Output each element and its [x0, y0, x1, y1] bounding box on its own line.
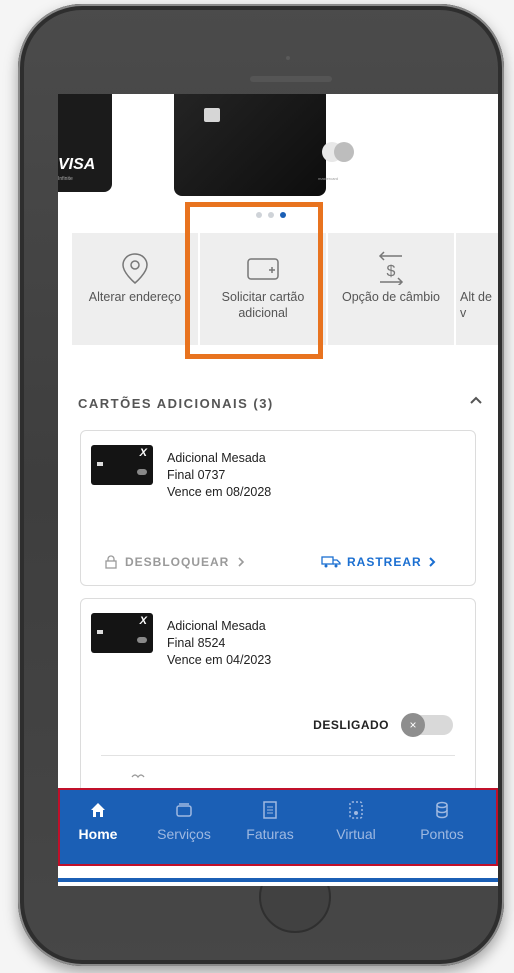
card-brand-mark-icon: X	[139, 615, 147, 627]
section-title: CARTÕES ADICIONAIS (3)	[78, 396, 274, 411]
invoice-icon	[232, 800, 308, 820]
card-toggle[interactable]: ×	[401, 713, 453, 737]
visa-sub: Infinite	[58, 176, 73, 182]
action-partial[interactable]: Alt de v	[456, 233, 498, 345]
nav-label: Pontos	[420, 826, 464, 842]
nav-home[interactable]: Home	[60, 800, 136, 842]
svg-text:$: $	[387, 263, 396, 280]
card-expiry: Vence em 08/2028	[167, 485, 272, 499]
home-icon	[60, 800, 136, 820]
nav-faturas[interactable]: Faturas	[232, 800, 308, 842]
card-final: Final 8524	[167, 636, 226, 650]
nav-pontos[interactable]: Pontos	[404, 800, 480, 842]
padlock-icon	[105, 555, 117, 569]
card-expiry: Vence em 04/2023	[167, 653, 272, 667]
card-chip	[204, 108, 220, 122]
action-label: Alt de v	[460, 290, 492, 320]
mastercard-logo-icon	[322, 142, 354, 162]
card-brand-mark-icon: X	[139, 447, 147, 459]
action-label: Opção de câmbio	[342, 290, 440, 304]
action-label: Alterar endereço	[88, 290, 182, 304]
card-toggle-row: DESLIGADO ×	[313, 713, 453, 737]
action-alterar-endereco[interactable]: Alterar endereço	[72, 233, 198, 345]
card-name: Adicional Mesada	[167, 619, 266, 633]
nav-label: Home	[78, 826, 118, 842]
toggle-off-icon: ×	[401, 713, 425, 737]
front-camera	[286, 56, 290, 60]
card-final: Final 0737	[167, 468, 226, 482]
track-label: RASTREAR	[347, 555, 422, 569]
nav-label: Virtual	[336, 826, 376, 842]
currency-exchange-icon: $	[328, 251, 454, 287]
home-indicator-bar	[58, 878, 498, 882]
visa-card[interactable]: VISA Infinite	[58, 94, 112, 192]
virtual-card-icon	[318, 800, 394, 820]
nav-spacer	[58, 866, 498, 878]
chevron-right-icon	[428, 557, 436, 567]
chevron-up-icon[interactable]	[468, 392, 484, 408]
card-thumbnail: X	[91, 613, 153, 653]
divider	[101, 755, 455, 756]
heart-icon	[131, 771, 145, 781]
cards-icon	[146, 800, 222, 820]
unlock-button[interactable]: DESBLOQUEAR	[105, 555, 245, 569]
card-thumbnail: X	[91, 445, 153, 485]
additional-card[interactable]: X Adicional Mesada Final 8524 Vence em 0…	[80, 598, 476, 798]
truck-icon	[321, 556, 341, 568]
points-icon	[404, 800, 480, 820]
toggle-label: DESLIGADO	[313, 718, 389, 732]
unlock-label: DESBLOQUEAR	[125, 555, 230, 569]
visa-brand: VISA	[58, 156, 96, 173]
nav-virtual[interactable]: Virtual	[318, 800, 394, 842]
bottom-nav: Home Serviços Faturas Virtual Pontos	[58, 788, 498, 866]
mastercard-card[interactable]: mastercard	[174, 94, 354, 196]
nav-label: Serviços	[157, 826, 211, 842]
card-name: Adicional Mesada	[167, 451, 266, 465]
earpiece-speaker	[250, 76, 332, 82]
track-button[interactable]: RASTREAR	[321, 555, 436, 569]
chevron-right-icon	[238, 557, 245, 567]
location-pin-icon	[72, 251, 198, 285]
action-opcao-cambio[interactable]: $ Opção de câmbio	[328, 233, 454, 345]
nav-label: Faturas	[246, 826, 294, 842]
app-screen: VISA Infinite mastercard Alterar endereç…	[58, 94, 498, 886]
mastercard-label: mastercard	[318, 176, 339, 181]
nav-servicos[interactable]: Serviços	[146, 800, 222, 842]
additional-card[interactable]: X Adicional Mesada Final 0737 Vence em 0…	[80, 430, 476, 586]
highlight-frame	[185, 202, 323, 359]
